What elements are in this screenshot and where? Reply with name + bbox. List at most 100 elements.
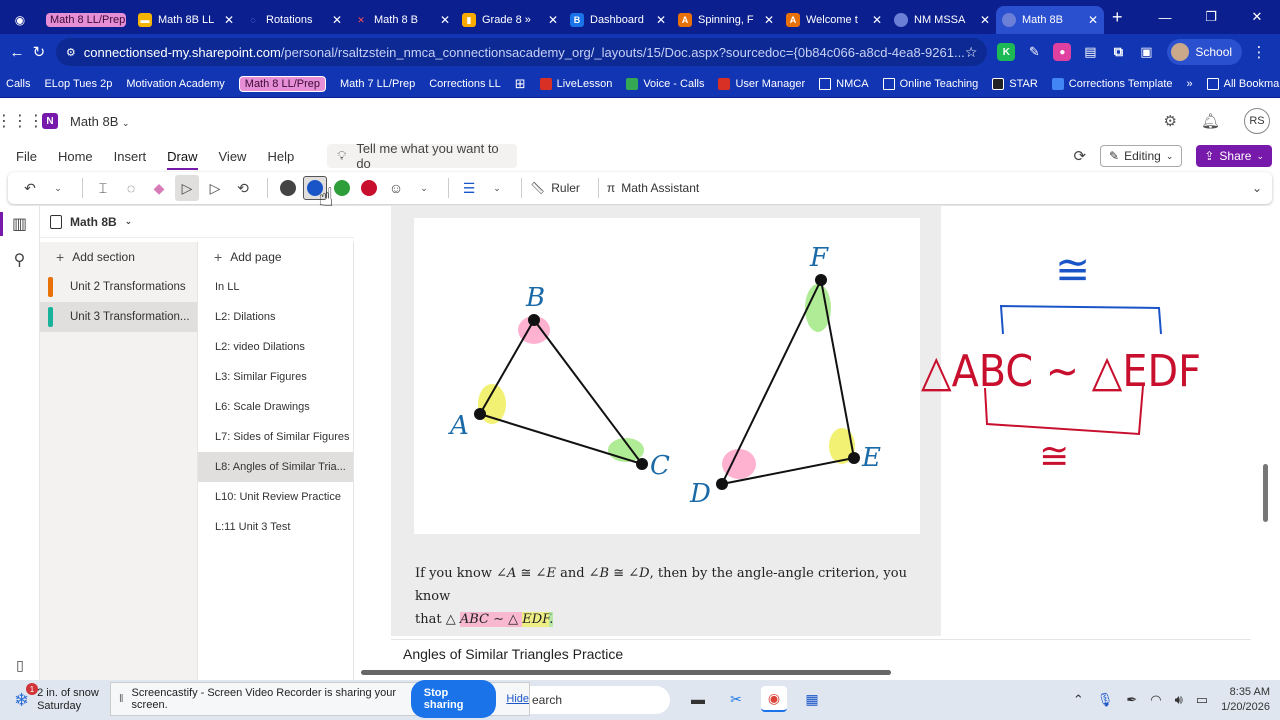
extension-k-icon[interactable]: K (997, 43, 1016, 61)
tab-draw[interactable]: Draw (167, 142, 198, 170)
bookmark-voice-calls[interactable]: Voice - Calls (626, 77, 704, 90)
microphone-icon[interactable]: 🎙︎ (1097, 692, 1114, 708)
bookmark-corrections-ll[interactable]: Corrections LL (429, 78, 501, 90)
pen-menu-icon[interactable]: ✒ (1126, 692, 1137, 708)
back-button[interactable]: ← (8, 39, 26, 65)
tab-welcome[interactable]: A Welcome t ✕ (780, 6, 888, 34)
pen-extension-icon[interactable]: ✎ (1025, 43, 1043, 61)
screencastify-icon[interactable]: ● (1053, 43, 1072, 61)
horizontal-scrollbar[interactable] (361, 670, 891, 675)
restore-icon[interactable]: ❐ (1188, 0, 1234, 34)
calculator-icon[interactable]: ▦ (799, 686, 825, 712)
bookmark-math7-prep[interactable]: Math 7 LL/Prep (340, 78, 415, 90)
tab-spinning[interactable]: A Spinning, F ✕ (672, 6, 780, 34)
more-bookmarks-icon[interactable]: » (1187, 78, 1193, 90)
bookmark-nmca[interactable]: NMCA (819, 77, 869, 90)
close-icon[interactable]: ✕ (440, 13, 450, 27)
section-unit2[interactable]: Unit 2 Transformations (40, 272, 197, 302)
site-info-icon[interactable]: ⚙ (66, 46, 76, 59)
clock[interactable]: 8:35 AM 1/20/2026 (1221, 685, 1270, 715)
ink-to-shape-icon[interactable]: ⟲ (231, 175, 255, 201)
tab-home[interactable]: Home (58, 142, 93, 170)
bookmark-livelesson[interactable]: LiveLesson (539, 77, 612, 90)
page-item[interactable]: L7: Sides of Similar Figures (198, 422, 353, 452)
tab-dashboard[interactable]: B Dashboard ✕ (564, 6, 672, 34)
close-icon[interactable]: ✕ (1088, 13, 1098, 27)
stop-sharing-button[interactable]: Stop sharing (410, 680, 497, 718)
type-select-icon[interactable]: ⌶ (91, 175, 115, 201)
weather-widget[interactable]: ❄ 1 2 in. of snow Saturday (0, 683, 110, 713)
bookmark-star[interactable]: STAR (992, 77, 1038, 90)
search-icon[interactable]: ⚲ (0, 242, 39, 278)
chevron-up-icon[interactable]: ⌃ (1073, 692, 1084, 708)
undo-button[interactable]: ↶ (18, 175, 42, 201)
notebook-title-button[interactable]: Math 8B ⌄ (70, 114, 130, 129)
settings-gear-icon[interactable]: ⚙ (1164, 112, 1177, 130)
bookmark-user-manager[interactable]: User Manager (718, 77, 805, 90)
page-item[interactable]: L6: Scale Drawings (198, 392, 353, 422)
page-item[interactable]: In LL (198, 272, 353, 302)
pen-black-button[interactable] (276, 176, 300, 200)
user-avatar[interactable]: RS (1244, 108, 1270, 134)
tab-math8b-active[interactable]: Math 8B ✕ (996, 6, 1104, 34)
bookmark-motivation[interactable]: Motivation Academy (126, 78, 224, 90)
page-item-selected[interactable]: L8: Angles of Similar Tria... (198, 452, 353, 482)
page-canvas[interactable]: A B C D E F If you know ∠A ≅ ∠E and ∠B ≅… (355, 206, 1270, 680)
device-icon[interactable]: ▯ (0, 657, 40, 674)
lasso-select-icon[interactable]: ◌ (119, 175, 143, 201)
chrome-icon[interactable]: ◉ (761, 686, 787, 712)
close-window-icon[interactable]: ✕ (1234, 0, 1280, 34)
bell-icon[interactable]: 🔔︎ (1201, 112, 1220, 130)
eraser-icon[interactable]: ◆ (147, 175, 171, 201)
close-icon[interactable]: ✕ (332, 13, 342, 27)
notebooks-icon[interactable]: ▥ (0, 206, 39, 242)
tab-math8b-ll[interactable]: ▬ Math 8B LL ✕ (132, 6, 240, 34)
vertical-scrollbar[interactable] (1263, 464, 1268, 522)
browser-menu-icon[interactable]: ⋮ (1250, 39, 1268, 65)
add-page-button[interactable]: + Add page (198, 242, 353, 272)
tab-file[interactable]: File (16, 142, 37, 170)
share-button[interactable]: ⇪ Share ⌄ (1196, 145, 1272, 167)
page-item[interactable]: L2: Dilations (198, 302, 353, 332)
math-assistant-button[interactable]: π Math Assistant (607, 181, 699, 195)
new-tab-button[interactable]: + (1112, 7, 1123, 28)
battery-icon[interactable]: ▭ (1196, 692, 1208, 708)
bookmark-elop[interactable]: ELop Tues 2p (44, 78, 112, 90)
tab-math8-b[interactable]: ✕ Math 8 B ✕ (348, 6, 456, 34)
minimize-icon[interactable]: — (1142, 0, 1188, 34)
page-item[interactable]: L:11 Unit 3 Test (198, 512, 353, 542)
color-palette-icon[interactable]: ☺ (384, 175, 408, 201)
bookmark-star-icon[interactable]: ☆ (965, 44, 978, 61)
editing-mode-button[interactable]: ✎ Editing ⌄ (1100, 145, 1183, 167)
reload-button[interactable]: ↻ (30, 39, 48, 65)
puzzle-icon[interactable]: ⧉ (1109, 43, 1127, 61)
page-item[interactable]: L10: Unit Review Practice (198, 482, 353, 512)
bookmark-corrections-template[interactable]: Corrections Template (1051, 77, 1173, 90)
notebook-switcher[interactable]: Math 8B ⌄ (40, 206, 354, 238)
url-field[interactable]: ⚙ connectionsed-my.sharepoint.com/person… (55, 38, 988, 66)
hide-link[interactable]: Hide (506, 693, 529, 705)
snipping-tool-icon[interactable]: ✂ (723, 686, 749, 712)
page-item[interactable]: L2: video Dilations (198, 332, 353, 362)
bookmark-calls[interactable]: Calls (6, 78, 30, 90)
add-section-button[interactable]: + Add section (40, 242, 197, 272)
side-panel-icon[interactable]: ▣ (1137, 43, 1155, 61)
bookmark-online-teaching[interactable]: Online Teaching (882, 77, 978, 90)
close-icon[interactable]: ✕ (980, 13, 990, 27)
stroke-width-icon[interactable]: ☰ (457, 175, 481, 201)
close-icon[interactable]: ✕ (872, 13, 882, 27)
palette-dropdown-icon[interactable]: ⌄ (412, 175, 436, 201)
highlighter-tool-icon[interactable]: ▷ (203, 175, 227, 201)
collapse-ribbon-icon[interactable]: ⌄ (1252, 181, 1262, 195)
tab-view[interactable]: View (219, 142, 247, 170)
close-icon[interactable]: ✕ (764, 13, 774, 27)
page-item[interactable]: L3: Similar Figures (198, 362, 353, 392)
section-unit3[interactable]: Unit 3 Transformation... (40, 302, 197, 332)
tab-nm-mssa[interactable]: NM MSSA ✕ (888, 6, 996, 34)
wifi-icon[interactable]: ◠ (1150, 692, 1161, 708)
tell-me-search[interactable]: 💡︎ Tell me what you want to do (327, 141, 518, 171)
profile-button[interactable]: School (1167, 39, 1243, 65)
close-icon[interactable]: ✕ (224, 13, 234, 27)
task-view-icon[interactable]: ▬ (685, 686, 711, 712)
volume-icon[interactable]: 🔊︎ (1175, 692, 1183, 708)
